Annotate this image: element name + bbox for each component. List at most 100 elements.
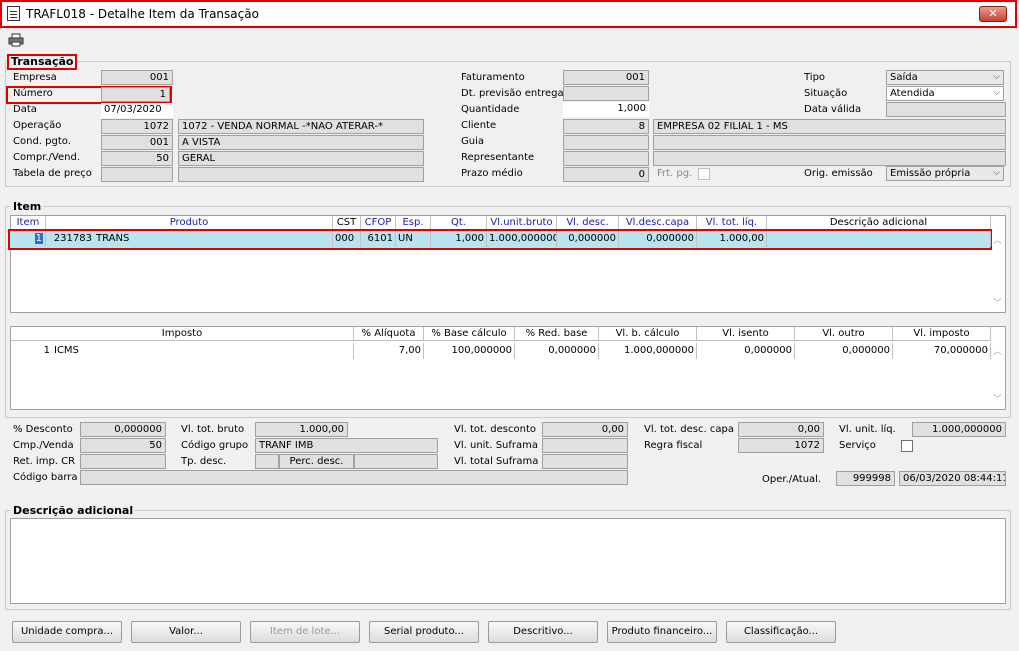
row-code-cell: 231783 xyxy=(53,233,92,244)
orig-emissao-dropdown[interactable]: Emissão própria ⌵ xyxy=(886,166,1004,181)
printer-icon[interactable] xyxy=(8,33,24,47)
scroll-up-icon[interactable]: ︿ xyxy=(993,233,1002,246)
imposto-col-isento[interactable]: Vl. isento xyxy=(697,327,795,341)
desconto-field[interactable]: 0,000000 xyxy=(80,422,166,437)
empresa-field[interactable]: 001 xyxy=(101,70,173,85)
representante-field[interactable] xyxy=(563,151,649,166)
cond-pgto-code-field[interactable]: 001 xyxy=(101,135,173,150)
prazo-medio-field[interactable]: 0 xyxy=(563,167,649,182)
descritivo-button[interactable]: Descritivo... xyxy=(488,621,598,643)
dt-previsao-field[interactable] xyxy=(563,86,649,101)
item-col-cfop[interactable]: CFOP xyxy=(361,216,396,230)
imposto-col-base[interactable]: % Base cálculo xyxy=(424,327,515,341)
row-cfop-cell: 6101 xyxy=(361,231,396,247)
tipo-label: Tipo xyxy=(804,72,826,83)
codigo-grupo-field[interactable]: TRANF IMB xyxy=(255,438,438,453)
operacao-desc-field: 1072 - VENDA NORMAL -*NAO ATERAR-* xyxy=(178,119,424,134)
regra-fiscal-field[interactable]: 1072 xyxy=(738,438,824,453)
vl-unit-suframa-field[interactable] xyxy=(542,438,628,453)
guia-desc-field xyxy=(653,135,1006,150)
item-col-qt[interactable]: Qt. xyxy=(431,216,487,230)
imposto-col-imposto[interactable]: Imposto xyxy=(11,327,354,341)
cmp-venda-label: Cmp./Venda xyxy=(13,440,74,451)
item-col-vl-desc[interactable]: Vl. desc. xyxy=(557,216,619,230)
imposto-row-red: 0,000000 xyxy=(515,343,599,359)
row-vl-desc-capa-cell: 0,000000 xyxy=(619,231,697,247)
row-vl-tot-cell: 1.000,00 xyxy=(697,231,767,247)
operacao-code-field[interactable]: 1072 xyxy=(101,119,173,134)
guia-field[interactable] xyxy=(563,135,649,150)
tabela-preco-label: Tabela de preço xyxy=(13,168,92,179)
numero-field[interactable]: 1 xyxy=(101,87,170,102)
item-title: Item xyxy=(11,200,44,213)
close-button[interactable]: ✕ xyxy=(979,6,1007,22)
cliente-label: Cliente xyxy=(461,120,497,131)
perc-desc-field[interactable] xyxy=(354,454,438,469)
faturamento-field[interactable]: 001 xyxy=(563,70,649,85)
vl-total-suframa-field[interactable] xyxy=(542,454,628,469)
scroll-up-icon[interactable]: ︿ xyxy=(993,344,1002,357)
item-col-produto[interactable]: Produto xyxy=(46,216,333,230)
unidade-compra-button[interactable]: Unidade compra... xyxy=(12,621,122,643)
vl-tot-desc-capa-label: Vl. tot. desc. capa xyxy=(644,424,734,435)
oper-atual-datetime-field: 06/03/2020 08:44:11 xyxy=(899,471,1006,486)
imposto-col-red[interactable]: % Red. base xyxy=(515,327,599,341)
item-col-vl-desc-capa[interactable]: Vl.desc.capa xyxy=(619,216,697,230)
item-col-esp[interactable]: Esp. xyxy=(396,216,431,230)
scroll-down-icon[interactable]: ﹀ xyxy=(993,296,1002,309)
data-valida-field[interactable] xyxy=(886,102,1006,117)
item-col-cst[interactable]: CST xyxy=(333,216,361,230)
item-col-vl-tot-liq[interactable]: Vl. tot. líq. xyxy=(697,216,767,230)
valor-button[interactable]: Valor... xyxy=(131,621,241,643)
row-cst-cell: 000 xyxy=(333,231,361,247)
cliente-code-field[interactable]: 8 xyxy=(563,119,649,134)
descricao-title: Descrição adicional xyxy=(11,504,136,517)
codigo-barra-field[interactable] xyxy=(80,470,628,485)
item-col-descricao[interactable]: Descrição adicional xyxy=(767,216,991,230)
serial-produto-button[interactable]: Serial produto... xyxy=(369,621,479,643)
oper-atual-user-field: 999998 xyxy=(836,471,895,486)
imposto-col-b-calc[interactable]: Vl. b. cálculo xyxy=(599,327,697,341)
vl-unit-liq-field[interactable]: 1.000,000000 xyxy=(912,422,1006,437)
tipo-dropdown[interactable]: Saída ⌵ xyxy=(886,70,1004,85)
produto-financeiro-button[interactable]: Produto financeiro... xyxy=(607,621,717,643)
window-titlebar: TRAFL018 - Detalhe Item da Transação ✕ xyxy=(0,0,1017,28)
vl-tot-bruto-field[interactable]: 1.000,00 xyxy=(255,422,348,437)
window-title: TRAFL018 - Detalhe Item da Transação xyxy=(26,7,259,21)
cmp-venda-field[interactable]: 50 xyxy=(80,438,166,453)
imposto-col-aliquota[interactable]: % Alíquota xyxy=(354,327,424,341)
imposto-col-vl[interactable]: Vl. imposto xyxy=(893,327,991,341)
scroll-down-icon[interactable]: ﹀ xyxy=(993,392,1002,405)
guia-label: Guia xyxy=(461,136,484,147)
tp-desc-field[interactable] xyxy=(255,454,279,469)
ret-imp-field[interactable] xyxy=(80,454,166,469)
chevron-down-icon: ⌵ xyxy=(993,72,1000,82)
vl-tot-desconto-field[interactable]: 0,00 xyxy=(542,422,628,437)
situacao-dropdown[interactable]: Atendida ⌵ xyxy=(886,86,1004,101)
frt-pg-checkbox[interactable] xyxy=(698,168,710,180)
orig-emissao-label: Orig. emissão xyxy=(804,168,873,179)
imposto-col-outro[interactable]: Vl. outro xyxy=(795,327,893,341)
representante-desc-field xyxy=(653,151,1006,166)
servico-checkbox[interactable] xyxy=(901,440,913,452)
empresa-label: Empresa xyxy=(13,72,57,83)
data-field[interactable]: 07/03/2020 xyxy=(101,103,173,118)
compr-vend-code-field[interactable]: 50 xyxy=(101,151,173,166)
descricao-textarea[interactable] xyxy=(10,518,1006,604)
item-col-item[interactable]: Item xyxy=(11,216,46,230)
representante-label: Representante xyxy=(461,152,535,163)
vl-unit-liq-label: Vl. unit. líq. xyxy=(839,424,896,435)
vl-tot-desc-capa-field[interactable]: 0,00 xyxy=(738,422,824,437)
frt-pg-label: Frt. pg. xyxy=(657,168,693,179)
classificacao-button[interactable]: Classificação... xyxy=(726,621,836,643)
tp-desc-label: Tp. desc. xyxy=(181,456,227,467)
quantidade-field[interactable]: 1,000 xyxy=(563,102,649,117)
item-lote-button[interactable]: Item de lote... xyxy=(250,621,360,643)
tabela-preco-code-field[interactable] xyxy=(101,167,173,182)
numero-label: Número xyxy=(13,88,53,99)
chevron-down-icon: ⌵ xyxy=(993,168,1000,178)
operacao-label: Operação xyxy=(13,120,62,131)
item-col-vl-unit-bruto[interactable]: Vl.unit.bruto xyxy=(487,216,557,230)
imposto-row-vl: 70,000000 xyxy=(893,343,991,359)
imposto-row-imposto: ICMS xyxy=(52,343,354,359)
